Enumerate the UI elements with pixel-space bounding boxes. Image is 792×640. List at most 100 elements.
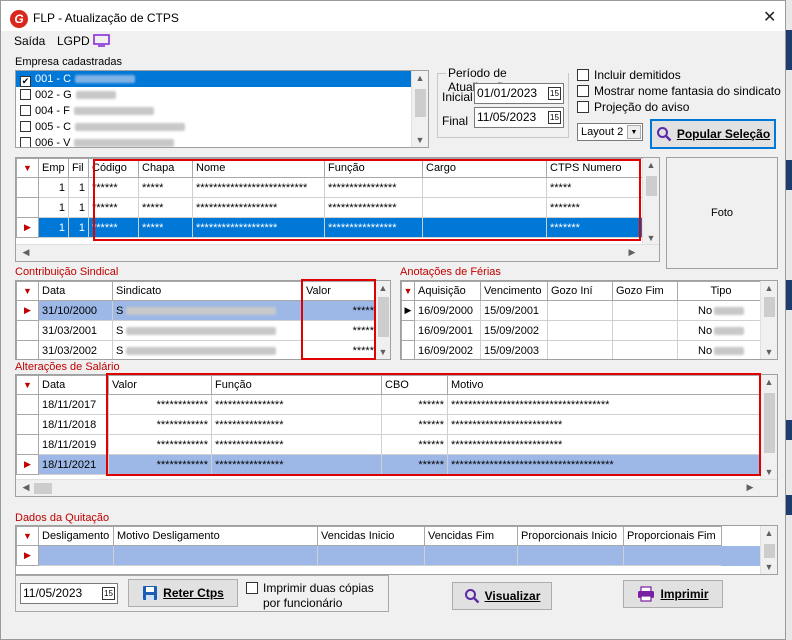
table-cell[interactable]: 1 bbox=[38, 197, 69, 218]
footer-date-input[interactable]: 11/05/2023 15 bbox=[20, 583, 118, 604]
menu-lgpd[interactable]: LGPD bbox=[57, 34, 90, 48]
table-cell[interactable]: 1 bbox=[68, 217, 89, 238]
close-icon[interactable]: ✕ bbox=[763, 7, 776, 27]
column-header[interactable]: Vencidas Inicio bbox=[317, 526, 425, 546]
column-header[interactable]: Data bbox=[38, 375, 109, 395]
column-header[interactable]: Data bbox=[38, 281, 113, 301]
scroll-right-icon[interactable]: ▶ bbox=[742, 482, 758, 493]
reter-ctps-button[interactable]: Reter Ctps bbox=[128, 579, 238, 607]
employees-hscroll[interactable]: ◀ ▶ bbox=[16, 244, 659, 261]
scroll-up-icon[interactable]: ▲ bbox=[761, 377, 777, 387]
column-header[interactable]: Proporcionais Fim bbox=[623, 526, 722, 546]
table-cell[interactable]: 18/11/2017 bbox=[38, 394, 109, 415]
table-row[interactable]: 16/09/2001 15/09/2002 No bbox=[401, 320, 762, 341]
scroll-right-icon[interactable]: ▶ bbox=[624, 247, 640, 258]
scroll-thumb[interactable] bbox=[415, 89, 426, 117]
imprimir-button[interactable]: Imprimir bbox=[623, 580, 723, 608]
table-cell[interactable]: 16/09/2001 bbox=[414, 320, 481, 341]
scroll-down-icon[interactable]: ▼ bbox=[761, 467, 777, 477]
salario-vscroll[interactable]: ▲ ▼ bbox=[760, 375, 777, 479]
column-header[interactable]: Vencimento bbox=[480, 281, 548, 301]
quitacao-grid[interactable]: ▼ Desligamento Motivo Desligamento Vencidas… bbox=[15, 525, 778, 575]
scroll-thumb[interactable] bbox=[764, 297, 775, 317]
column-header[interactable]: Vencidas Fim bbox=[424, 526, 518, 546]
imprimir-duas-checkbox[interactable]: Imprimir duas cópias bbox=[246, 581, 374, 595]
column-header[interactable]: Motivo Desligamento bbox=[113, 526, 318, 546]
empresas-scrollbar[interactable]: ▲ ▼ bbox=[411, 71, 428, 147]
scroll-thumb[interactable] bbox=[764, 393, 775, 453]
column-header[interactable]: Gozo Fim bbox=[612, 281, 678, 301]
table-cell[interactable] bbox=[38, 545, 114, 566]
column-header[interactable]: Aquisição bbox=[414, 281, 481, 301]
table-cell[interactable]: S bbox=[112, 320, 303, 341]
scroll-up-icon[interactable]: ▲ bbox=[761, 528, 777, 538]
contribuicao-vscroll[interactable]: ▲ ▼ bbox=[375, 281, 390, 359]
checkbox-icon[interactable] bbox=[246, 582, 258, 594]
calendar-icon[interactable]: 15 bbox=[548, 87, 561, 100]
table-cell[interactable]: 1 bbox=[38, 177, 69, 198]
table-row[interactable]: 16/09/2002 15/09/2003 No bbox=[401, 340, 762, 359]
scroll-up-icon[interactable]: ▲ bbox=[376, 283, 390, 293]
visualizar-button[interactable]: Visualizar bbox=[452, 582, 552, 610]
list-item[interactable]: ✔ 001 - C bbox=[16, 71, 428, 87]
scroll-up-icon[interactable]: ▲ bbox=[643, 160, 659, 170]
scroll-thumb[interactable] bbox=[378, 297, 389, 337]
column-header[interactable]: Emp bbox=[38, 158, 69, 178]
table-cell[interactable]: No bbox=[677, 300, 762, 321]
column-header[interactable]: Fil bbox=[68, 158, 89, 178]
table-cell[interactable]: 1 bbox=[68, 177, 89, 198]
scroll-thumb[interactable] bbox=[34, 483, 52, 494]
checkbox-icon[interactable] bbox=[577, 85, 589, 97]
checkbox-icon[interactable] bbox=[20, 105, 31, 116]
scroll-down-icon[interactable]: ▼ bbox=[376, 347, 390, 357]
table-cell[interactable]: 16/09/2000 bbox=[414, 300, 481, 321]
list-item[interactable]: 005 - C bbox=[16, 119, 428, 135]
table-cell[interactable] bbox=[317, 545, 425, 566]
table-cell[interactable]: 15/09/2003 bbox=[480, 340, 548, 359]
scroll-down-icon[interactable]: ▼ bbox=[643, 233, 659, 243]
table-cell[interactable] bbox=[612, 320, 678, 341]
checkbox-icon[interactable] bbox=[20, 89, 31, 100]
table-cell[interactable]: No bbox=[677, 340, 762, 359]
table-cell[interactable]: 16/09/2002 bbox=[414, 340, 481, 359]
column-header[interactable]: Gozo Iní bbox=[547, 281, 613, 301]
table-cell[interactable]: 15/09/2002 bbox=[480, 320, 548, 341]
list-item[interactable]: 002 - G bbox=[16, 87, 428, 103]
table-cell[interactable]: 31/03/2001 bbox=[38, 320, 113, 341]
table-cell[interactable] bbox=[517, 545, 624, 566]
table-cell[interactable]: No bbox=[677, 320, 762, 341]
scroll-left-icon[interactable]: ◀ bbox=[18, 247, 34, 258]
photo-frame[interactable]: Foto bbox=[666, 157, 778, 269]
table-cell[interactable]: 31/03/2002 bbox=[38, 340, 113, 359]
table-cell[interactable]: S bbox=[112, 340, 303, 359]
table-cell[interactable] bbox=[113, 545, 318, 566]
column-header[interactable]: Desligamento bbox=[38, 526, 114, 546]
menu-saida[interactable]: Saída bbox=[14, 34, 45, 48]
table-cell[interactable] bbox=[424, 545, 518, 566]
table-cell[interactable] bbox=[547, 320, 613, 341]
scroll-down-icon[interactable]: ▼ bbox=[412, 135, 428, 145]
table-cell[interactable]: 1 bbox=[68, 197, 89, 218]
popular-selecao-button[interactable]: Popular Seleção bbox=[650, 119, 776, 149]
table-cell[interactable]: 15/09/2001 bbox=[480, 300, 548, 321]
scroll-up-icon[interactable]: ▲ bbox=[761, 283, 777, 293]
ferias-vscroll[interactable]: ▲ ▼ bbox=[760, 281, 777, 359]
checkbox-icon[interactable] bbox=[20, 137, 31, 147]
table-cell[interactable]: 31/10/2000 bbox=[38, 300, 113, 321]
table-cell[interactable]: S bbox=[112, 300, 303, 321]
incluir-demitidos-checkbox[interactable]: Incluir demitidos bbox=[577, 68, 681, 82]
scroll-down-icon[interactable]: ▼ bbox=[761, 347, 777, 357]
scroll-down-icon[interactable]: ▼ bbox=[761, 562, 777, 572]
table-cell[interactable] bbox=[612, 340, 678, 359]
column-header[interactable]: Sindicato bbox=[112, 281, 303, 301]
table-cell[interactable] bbox=[547, 340, 613, 359]
quitacao-vscroll[interactable]: ▲ ▼ bbox=[760, 526, 777, 574]
salario-hscroll[interactable]: ◀ ▶ bbox=[16, 479, 777, 496]
checkbox-icon[interactable] bbox=[20, 121, 31, 132]
employees-vscroll[interactable]: ▲ ▼ bbox=[642, 158, 659, 245]
checkbox-icon[interactable] bbox=[577, 69, 589, 81]
final-date-input[interactable]: 11/05/2023 15 bbox=[474, 107, 564, 128]
projecao-checkbox[interactable]: Projeção do aviso bbox=[577, 100, 689, 114]
column-header[interactable]: Tipo bbox=[677, 281, 762, 301]
inicial-date-input[interactable]: 01/01/2023 15 bbox=[474, 83, 564, 104]
